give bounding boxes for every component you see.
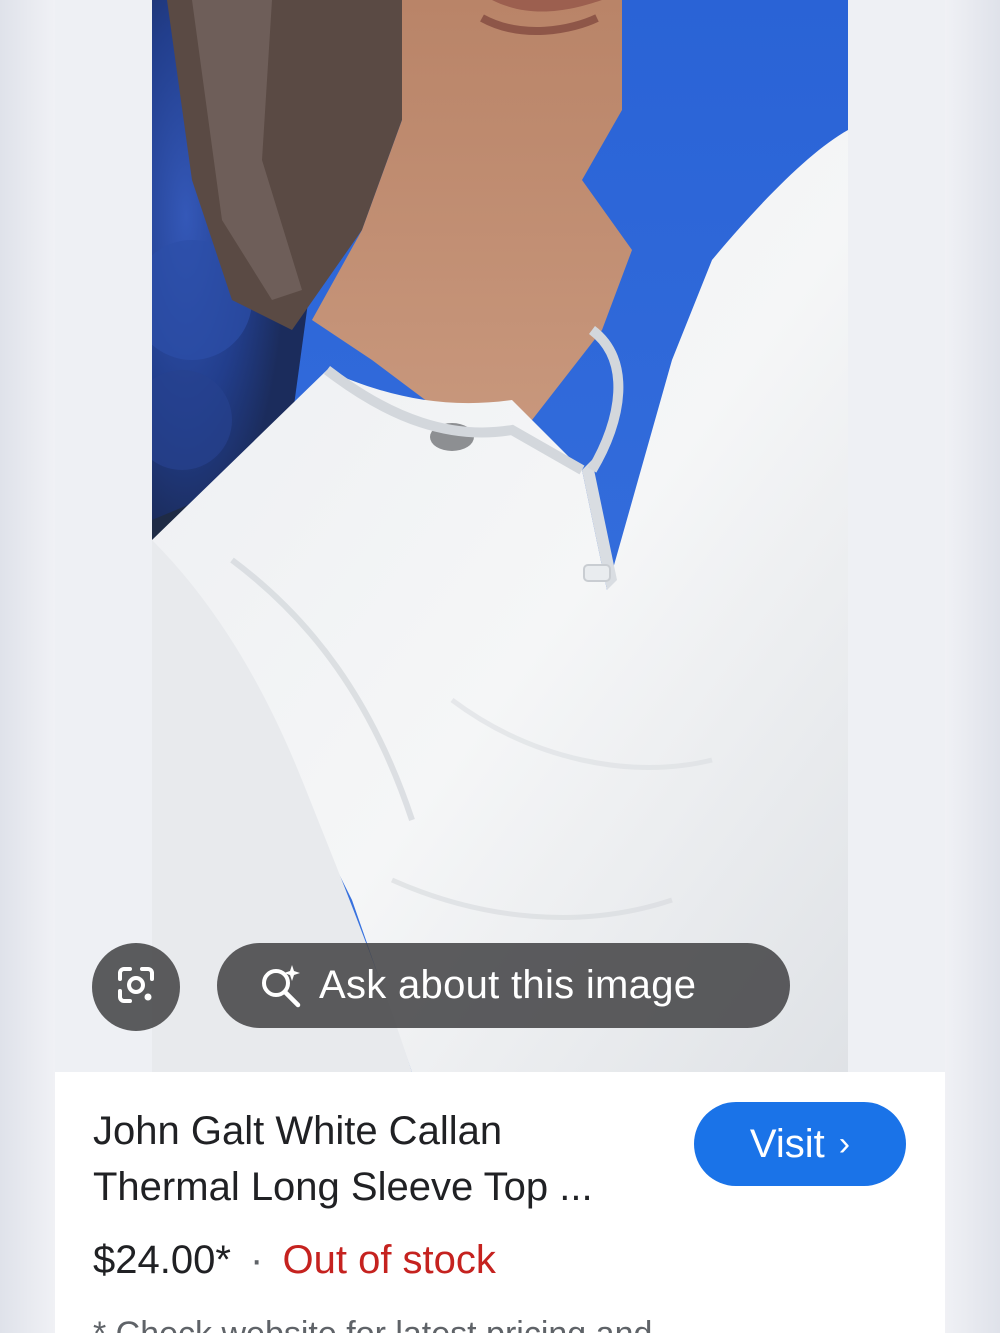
visit-button[interactable]: Visit › (694, 1102, 906, 1186)
price-row: $24.00* · Out of stock (93, 1232, 496, 1288)
stock-status: Out of stock (282, 1238, 496, 1282)
product-image-area (55, 0, 945, 1072)
product-photo[interactable] (152, 0, 848, 1072)
google-lens-button[interactable] (92, 943, 180, 1031)
product-price: $24.00* (93, 1238, 231, 1282)
product-title-line-1: John Galt White Callan (93, 1109, 503, 1153)
ask-about-image-button[interactable]: Ask about this image (217, 943, 790, 1028)
visit-button-label: Visit (749, 1121, 825, 1166)
magnify-sparkle-icon (257, 962, 305, 1010)
pricing-disclaimer: * Check website for latest pricing and (93, 1312, 652, 1333)
chevron-right-icon: › (838, 1124, 851, 1163)
product-title[interactable]: John Galt White Callan Thermal Long Slee… (93, 1103, 683, 1215)
google-lens-icon (114, 963, 158, 1012)
page: Ask about this image John Galt White Cal… (0, 0, 1000, 1333)
product-title-line-2: Thermal Long Sleeve Top ... (93, 1165, 593, 1209)
price-separator: · (250, 1238, 264, 1282)
ask-about-image-label: Ask about this image (319, 963, 697, 1007)
